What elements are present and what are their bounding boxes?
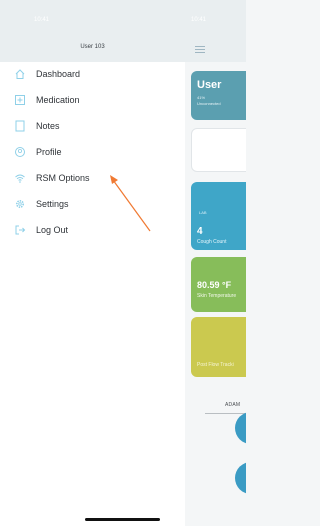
annotation-arrow [110, 175, 151, 232]
home-indicator [85, 518, 160, 521]
